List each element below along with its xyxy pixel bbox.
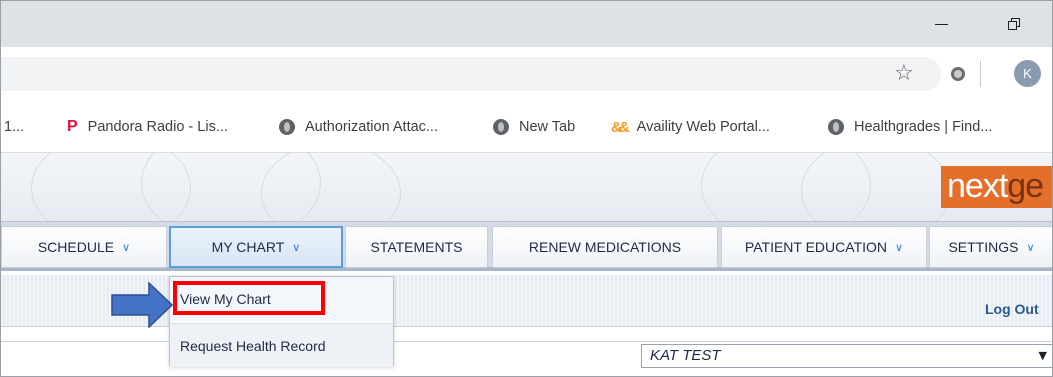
toolbar-divider [980,61,981,87]
chevron-down-icon: ∨ [122,240,131,254]
nav-my-chart[interactable]: MY CHART ∨ [169,226,343,268]
chevron-down-icon: ∨ [292,240,301,254]
nav-label: PATIENT EDUCATION [744,239,888,255]
minimize-icon[interactable] [926,11,956,37]
nav-label: RENEW MEDICATIONS [528,239,682,255]
menu-item-label: Request Health Record [180,337,326,354]
dropdown-arrow-icon: ▼ [1038,349,1047,362]
bookmark-item[interactable]: Authorization Attac... [279,101,438,153]
bookmark-label: 1... [4,119,25,135]
nav-settings[interactable]: SETTINGS ∨ [929,226,1052,268]
decorative-ring [801,153,951,221]
extension-icon[interactable] [951,67,965,81]
nav-label: SETTINGS [948,239,1019,255]
profile-avatar[interactable]: K [1014,60,1041,87]
nav-label: SCHEDULE [37,239,115,255]
patient-select-value: KAT TEST [650,347,721,364]
availity-icon: && [611,118,630,136]
nav-schedule[interactable]: SCHEDULE ∨ [1,226,167,268]
portal-header: nextge [1,153,1052,221]
nav-patient-education[interactable]: PATIENT EDUCATION ∨ [721,226,927,268]
nextgen-logo: nextge [941,166,1052,208]
pandora-icon: P [67,118,78,135]
bookmarks-bar: 1... P Pandora Radio - Lis... Authorizat… [1,101,1052,153]
menu-item-request-health-record[interactable]: Request Health Record [170,323,393,367]
bookmark-item[interactable]: P Pandora Radio - Lis... [67,101,228,153]
nav-statements[interactable]: STATEMENTS [345,226,488,268]
bookmark-item[interactable]: New Tab [493,101,575,153]
bookmark-star-icon[interactable]: ☆ [894,62,914,86]
divider [1,341,1052,342]
bookmark-label: Authorization Attac... [305,119,438,135]
globe-icon [493,119,509,135]
nav-label: STATEMENTS [370,239,463,255]
address-bar[interactable] [1,57,941,91]
chevron-down-icon: ∨ [1026,240,1035,254]
browser-window: ☆ K 1... P Pandora Radio - Lis... Author… [0,0,1053,377]
bookmark-label: Pandora Radio - Lis... [87,119,228,135]
decorative-ring [261,153,401,221]
logout-link[interactable]: Log Out [985,301,1039,317]
bookmark-label: Healthgrades | Find... [854,119,993,135]
bookmark-item[interactable]: && Availity Web Portal... [611,101,770,153]
patient-select[interactable]: KAT TEST ▼ [641,344,1052,368]
bookmark-item[interactable]: 1... [4,101,24,153]
annotation-highlight-box [173,281,325,315]
bookmark-label: Availity Web Portal... [636,119,770,135]
nav-label: MY CHART [211,239,285,255]
bookmark-item[interactable]: Healthgrades | Find... [828,101,992,153]
bookmark-label: New Tab [519,119,576,135]
chevron-down-icon: ∨ [895,240,904,254]
main-nav: SCHEDULE ∨ MY CHART ∨ STATEMENTS RENEW M… [1,221,1052,271]
annotation-arrow-icon [111,282,173,328]
nav-renew-medications[interactable]: RENEW MEDICATIONS [492,226,718,268]
globe-icon [279,119,295,135]
title-bar [1,1,1052,47]
restore-icon[interactable] [999,11,1029,37]
globe-icon [828,119,844,135]
browser-toolbar: ☆ K [1,47,1052,101]
